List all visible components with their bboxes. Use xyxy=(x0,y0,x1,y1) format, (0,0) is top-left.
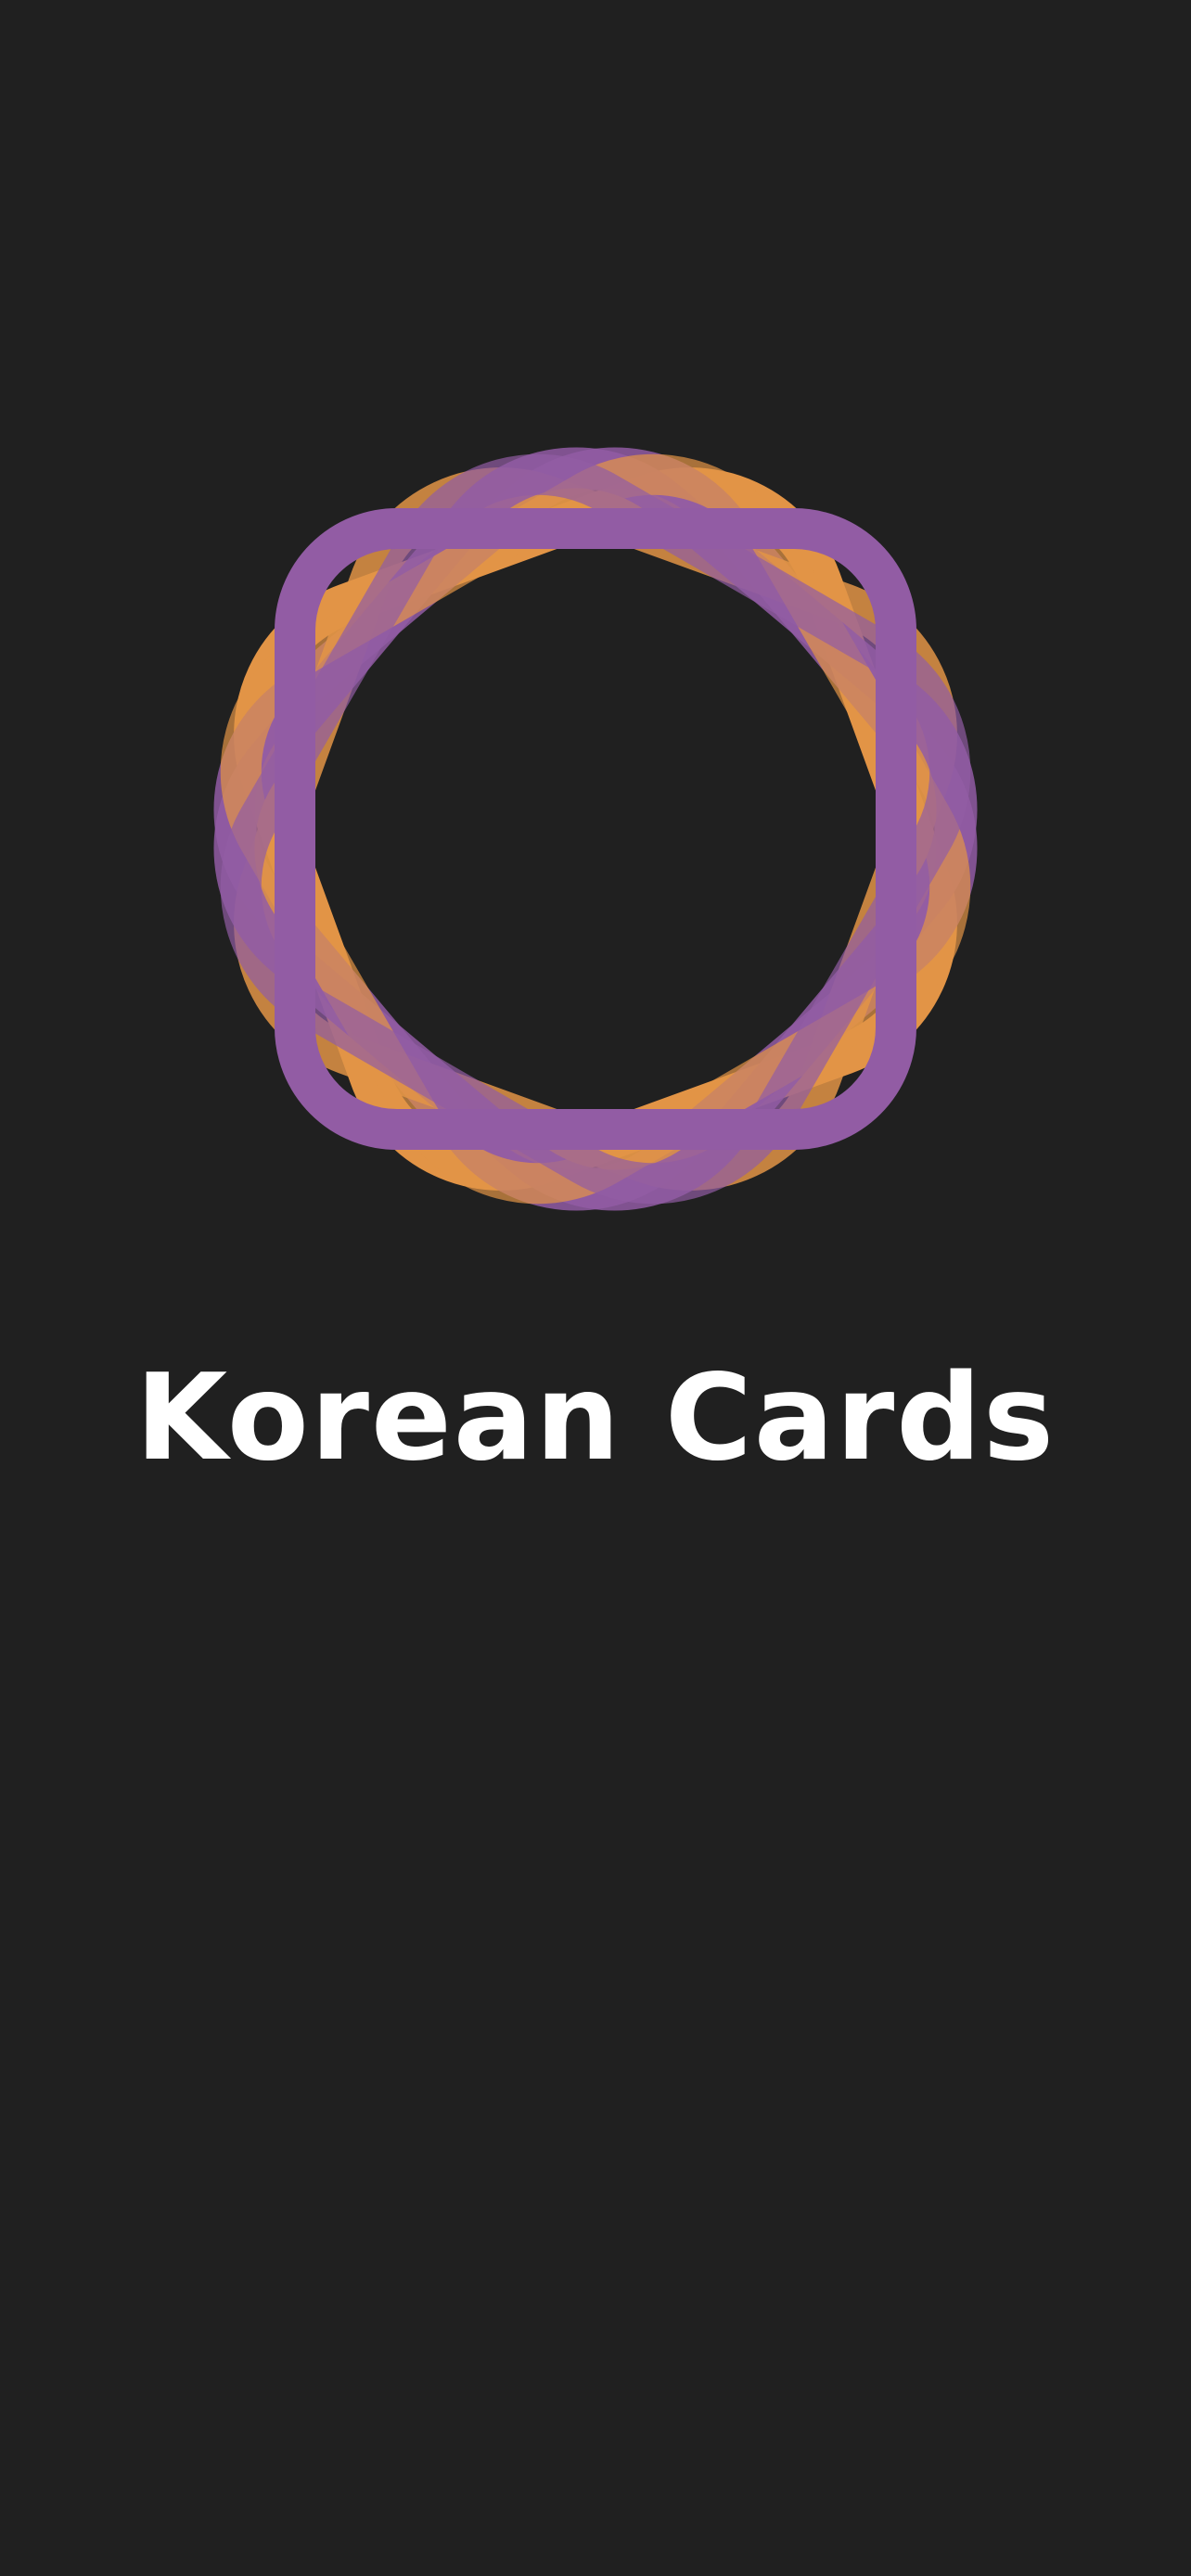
app-title: Korean Cards xyxy=(134,1349,1057,1487)
splash-screen: Korean Cards xyxy=(0,0,1191,2576)
app-logo-icon xyxy=(213,447,978,1211)
